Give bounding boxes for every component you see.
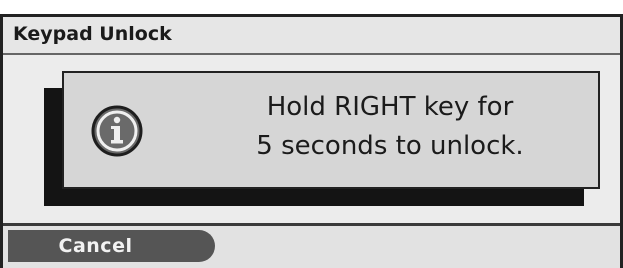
keypad-unlock-screen: Keypad Unlock Hold RIGHT key for 5 secon… (0, 0, 623, 268)
dialog-message: Hold RIGHT key for 5 seconds to unlock. (180, 88, 600, 166)
info-icon (91, 105, 143, 157)
top-margin (0, 0, 623, 14)
cancel-button-label: Cancel (58, 235, 133, 257)
cancel-button[interactable]: Cancel (8, 230, 215, 262)
message-line-2: 5 seconds to unlock. (256, 131, 524, 161)
page-title: Keypad Unlock (13, 23, 172, 45)
message-line-1: Hold RIGHT key for (266, 92, 514, 122)
title-bar: Keypad Unlock (3, 17, 620, 55)
